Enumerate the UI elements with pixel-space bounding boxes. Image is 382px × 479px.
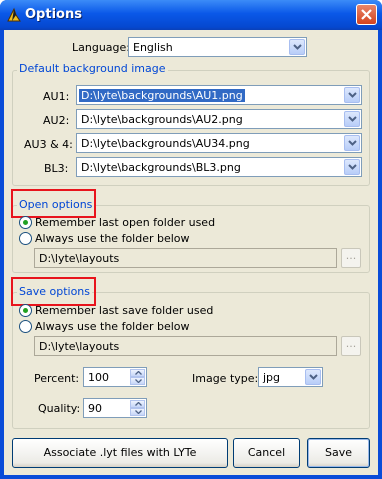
quality-value: 90: [88, 402, 102, 415]
language-value: English: [133, 41, 173, 54]
au34-label: AU3 & 4:: [24, 138, 73, 151]
save-folder-field[interactable]: D:\lyte\layouts: [34, 336, 337, 356]
spin-down-icon[interactable]: [130, 408, 145, 416]
open-always-label[interactable]: Always use the folder below: [35, 232, 190, 245]
chevron-down-icon[interactable]: [305, 369, 321, 385]
language-label: Language:: [72, 41, 130, 54]
open-folder-value: D:\lyte\layouts: [39, 252, 120, 265]
bl3-select[interactable]: D:\lyte\backgrounds\BL3.png: [76, 157, 362, 177]
background-group-title: Default background image: [17, 62, 168, 75]
options-window: Options Language: English Default backgr…: [0, 0, 382, 479]
save-browse-button[interactable]: ...: [341, 336, 361, 356]
open-browse-button[interactable]: ...: [341, 248, 361, 268]
open-remember-label[interactable]: Remember last open folder used: [35, 216, 215, 229]
au2-label: AU2:: [43, 114, 70, 127]
save-remember-radio[interactable]: [19, 304, 32, 317]
chevron-down-icon[interactable]: [344, 87, 360, 103]
au1-value: D:\lyte\backgrounds\AU1.png: [79, 89, 245, 102]
open-remember-radio[interactable]: [19, 216, 32, 229]
save-always-radio[interactable]: [19, 320, 32, 333]
chevron-down-icon[interactable]: [289, 39, 305, 55]
close-button[interactable]: [356, 4, 377, 25]
bl3-value: D:\lyte\backgrounds\BL3.png: [81, 161, 241, 174]
open-always-radio[interactable]: [19, 232, 32, 245]
spin-down-icon[interactable]: [130, 377, 145, 385]
save-folder-value: D:\lyte\layouts: [39, 340, 120, 353]
image-type-label: Image type:: [192, 372, 259, 385]
quality-stepper[interactable]: 90: [83, 398, 147, 418]
bl3-label: BL3:: [44, 162, 69, 175]
cancel-button[interactable]: Cancel: [233, 438, 300, 468]
save-button[interactable]: Save: [307, 438, 370, 468]
title-bar[interactable]: Options: [0, 0, 382, 30]
open-options-highlight: [11, 189, 96, 218]
chevron-down-icon[interactable]: [344, 111, 360, 127]
image-type-select[interactable]: jpg: [258, 367, 323, 387]
au34-value: D:\lyte\backgrounds\AU34.png: [81, 137, 250, 150]
close-icon: [361, 9, 372, 20]
au1-select[interactable]: D:\lyte\backgrounds\AU1.png: [76, 85, 362, 105]
chevron-down-icon[interactable]: [344, 159, 360, 175]
percent-label: Percent:: [34, 372, 80, 385]
spin-up-icon[interactable]: [130, 369, 145, 377]
dialog-body: Language: English Default background ima…: [4, 30, 378, 475]
percent-value: 100: [88, 371, 109, 384]
app-icon: [6, 7, 22, 23]
percent-stepper[interactable]: 100: [83, 367, 147, 387]
open-folder-field[interactable]: D:\lyte\layouts: [34, 248, 337, 268]
quality-label: Quality:: [38, 402, 81, 415]
chevron-down-icon[interactable]: [344, 135, 360, 151]
image-type-value: jpg: [263, 371, 281, 384]
window-title: Options: [25, 7, 82, 22]
save-remember-label[interactable]: Remember last save folder used: [35, 304, 213, 317]
save-always-label[interactable]: Always use the folder below: [35, 320, 190, 333]
spin-up-icon[interactable]: [130, 400, 145, 408]
au1-label: AU1:: [43, 90, 70, 103]
language-select[interactable]: English: [128, 37, 307, 57]
au2-select[interactable]: D:\lyte\backgrounds\AU2.png: [76, 109, 362, 129]
au2-value: D:\lyte\backgrounds\AU2.png: [81, 113, 243, 126]
save-options-highlight: [11, 277, 96, 306]
associate-button[interactable]: Associate .lyt files with LYTe: [12, 438, 228, 468]
au34-select[interactable]: D:\lyte\backgrounds\AU34.png: [76, 133, 362, 153]
